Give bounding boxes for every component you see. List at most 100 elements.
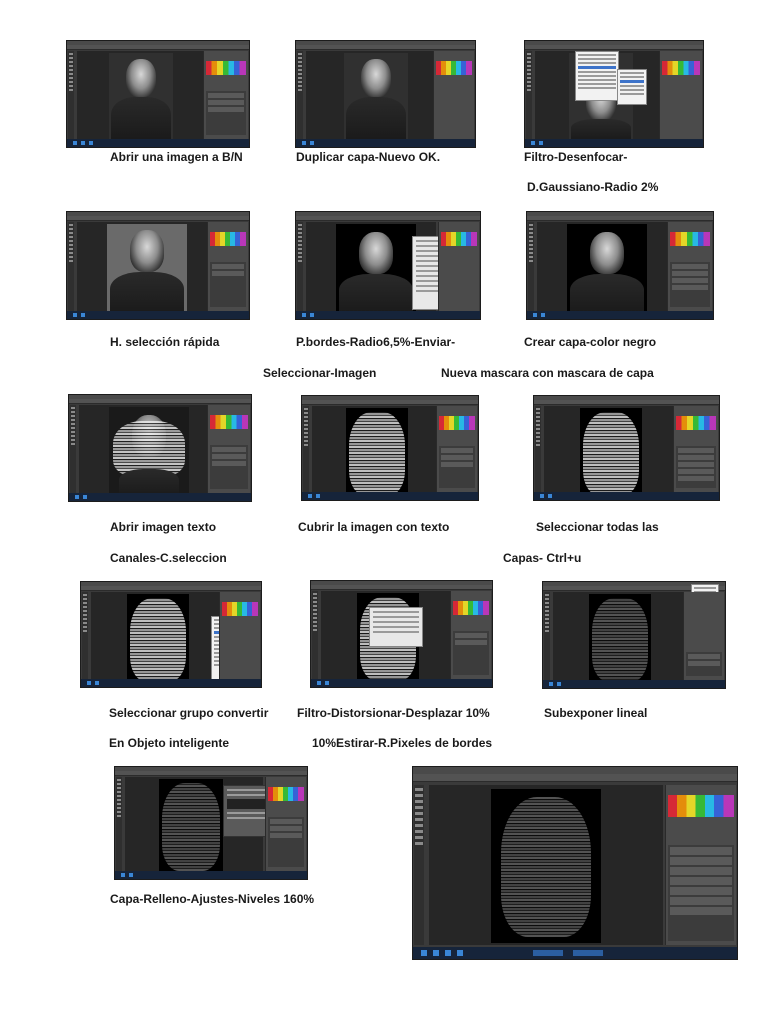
tools-panel <box>68 51 74 139</box>
options-bar <box>525 45 703 50</box>
layers-panel <box>210 445 248 489</box>
tools-panel <box>312 591 318 679</box>
screenshot-cover-with-text <box>301 395 479 501</box>
face <box>130 230 164 272</box>
right-panels <box>265 777 306 871</box>
layers-panel <box>206 91 246 135</box>
caption-step-11b: 10%Estirar-R.Pixeles de bordes <box>312 736 493 750</box>
tools-panel <box>82 592 88 679</box>
screenshot-text-image <box>68 394 252 502</box>
right-panels <box>207 405 250 493</box>
canvas <box>77 51 205 141</box>
screenshot-displace-filter <box>310 580 493 688</box>
portrait-photo <box>567 224 647 314</box>
caption-step-5a: P.bordes-Radio6,5%-Enviar- <box>296 335 456 349</box>
shoulders <box>339 274 413 314</box>
tools-panel <box>297 51 303 139</box>
screenshot-duplicate-layer <box>295 40 476 148</box>
screenshot-linear-dodge <box>542 581 726 689</box>
right-panels <box>203 51 248 139</box>
layers-panel <box>439 446 475 488</box>
caption-step-13: Capa-Relleno-Ajustes-Niveles 160% <box>110 892 315 906</box>
face <box>590 232 624 274</box>
text-overlay <box>349 412 405 496</box>
color-swatches <box>268 787 304 801</box>
screenshot-quick-selection <box>66 211 250 320</box>
canvas <box>79 405 209 497</box>
windows-taskbar <box>302 492 478 500</box>
layers-panel <box>210 262 246 307</box>
windows-taskbar <box>311 679 492 687</box>
screenshot-levels-adjustment <box>114 766 308 880</box>
portrait-photo <box>107 224 187 314</box>
color-swatches <box>441 232 477 246</box>
face <box>361 59 391 97</box>
options-bar <box>115 771 307 776</box>
caption-step-2: Duplicar capa-Nuevo OK. <box>296 150 441 164</box>
options-bar <box>527 216 713 221</box>
text-portrait <box>491 789 601 943</box>
windows-taskbar <box>296 311 480 319</box>
caption-step-1: Abrir una imagen a B/N <box>110 150 243 164</box>
caption-step-11a: Filtro-Distorsionar-Desplazar 10% <box>297 706 490 720</box>
blur-submenu <box>617 69 647 105</box>
face <box>126 59 156 97</box>
color-swatches <box>210 232 246 246</box>
layers-panel <box>670 262 710 307</box>
tools-panel <box>528 222 534 311</box>
color-swatches <box>210 415 248 429</box>
options-bar <box>413 774 737 782</box>
right-panels <box>673 406 718 492</box>
screenshot-smart-object <box>80 581 262 688</box>
layers-panel <box>676 446 716 488</box>
tools-panel <box>414 785 424 945</box>
face <box>359 232 393 274</box>
screenshot-black-layer-mask <box>526 211 714 320</box>
caption-step-10b: En Objeto inteligente <box>109 736 230 750</box>
filter-menu <box>575 51 619 101</box>
tools-panel <box>544 592 550 680</box>
right-panels <box>207 222 248 311</box>
right-panels <box>683 592 724 680</box>
tools-panel <box>68 222 74 311</box>
right-panels <box>665 785 736 945</box>
caption-step-7a: Abrir imagen texto <box>110 520 217 534</box>
color-swatches <box>453 601 489 615</box>
tools-panel <box>116 777 122 871</box>
right-panels <box>436 406 477 492</box>
color-swatches <box>222 602 258 616</box>
text-overlay <box>130 598 186 682</box>
windows-taskbar <box>81 679 261 687</box>
canvas <box>91 592 219 682</box>
caption-step-3b: D.Gaussiano-Radio 2% <box>527 180 659 194</box>
right-panels <box>659 51 702 139</box>
caption-step-5b: Seleccionar-Imagen <box>263 366 377 380</box>
menu-bar <box>413 767 737 774</box>
options-bar <box>296 45 475 50</box>
layers-panel <box>453 631 489 675</box>
options-bar <box>296 216 480 221</box>
canvas <box>553 592 683 682</box>
screenshot-refine-edge <box>295 211 481 320</box>
right-panels <box>219 592 260 679</box>
color-swatches <box>206 61 246 75</box>
color-swatches <box>439 416 475 430</box>
layers-panel <box>668 845 734 941</box>
caption-step-8: Cubrir la imagen con texto <box>298 520 450 534</box>
windows-taskbar <box>69 493 251 501</box>
tools-panel <box>303 406 309 492</box>
portrait-photo <box>109 53 173 141</box>
windows-taskbar <box>527 311 713 319</box>
levels-properties-panel <box>223 785 269 837</box>
layers-panel <box>686 652 722 676</box>
portrait-photo <box>344 53 408 141</box>
canvas <box>77 222 207 314</box>
screenshot-final-result <box>412 766 738 960</box>
options-bar <box>311 585 492 590</box>
caption-step-9a: Seleccionar todas las <box>536 520 659 534</box>
caption-step-3a: Filtro-Desenfocar- <box>524 150 628 164</box>
canvas <box>537 222 669 314</box>
screenshot-select-all-layers <box>533 395 720 501</box>
canvas <box>306 51 434 141</box>
canvas <box>429 785 663 945</box>
